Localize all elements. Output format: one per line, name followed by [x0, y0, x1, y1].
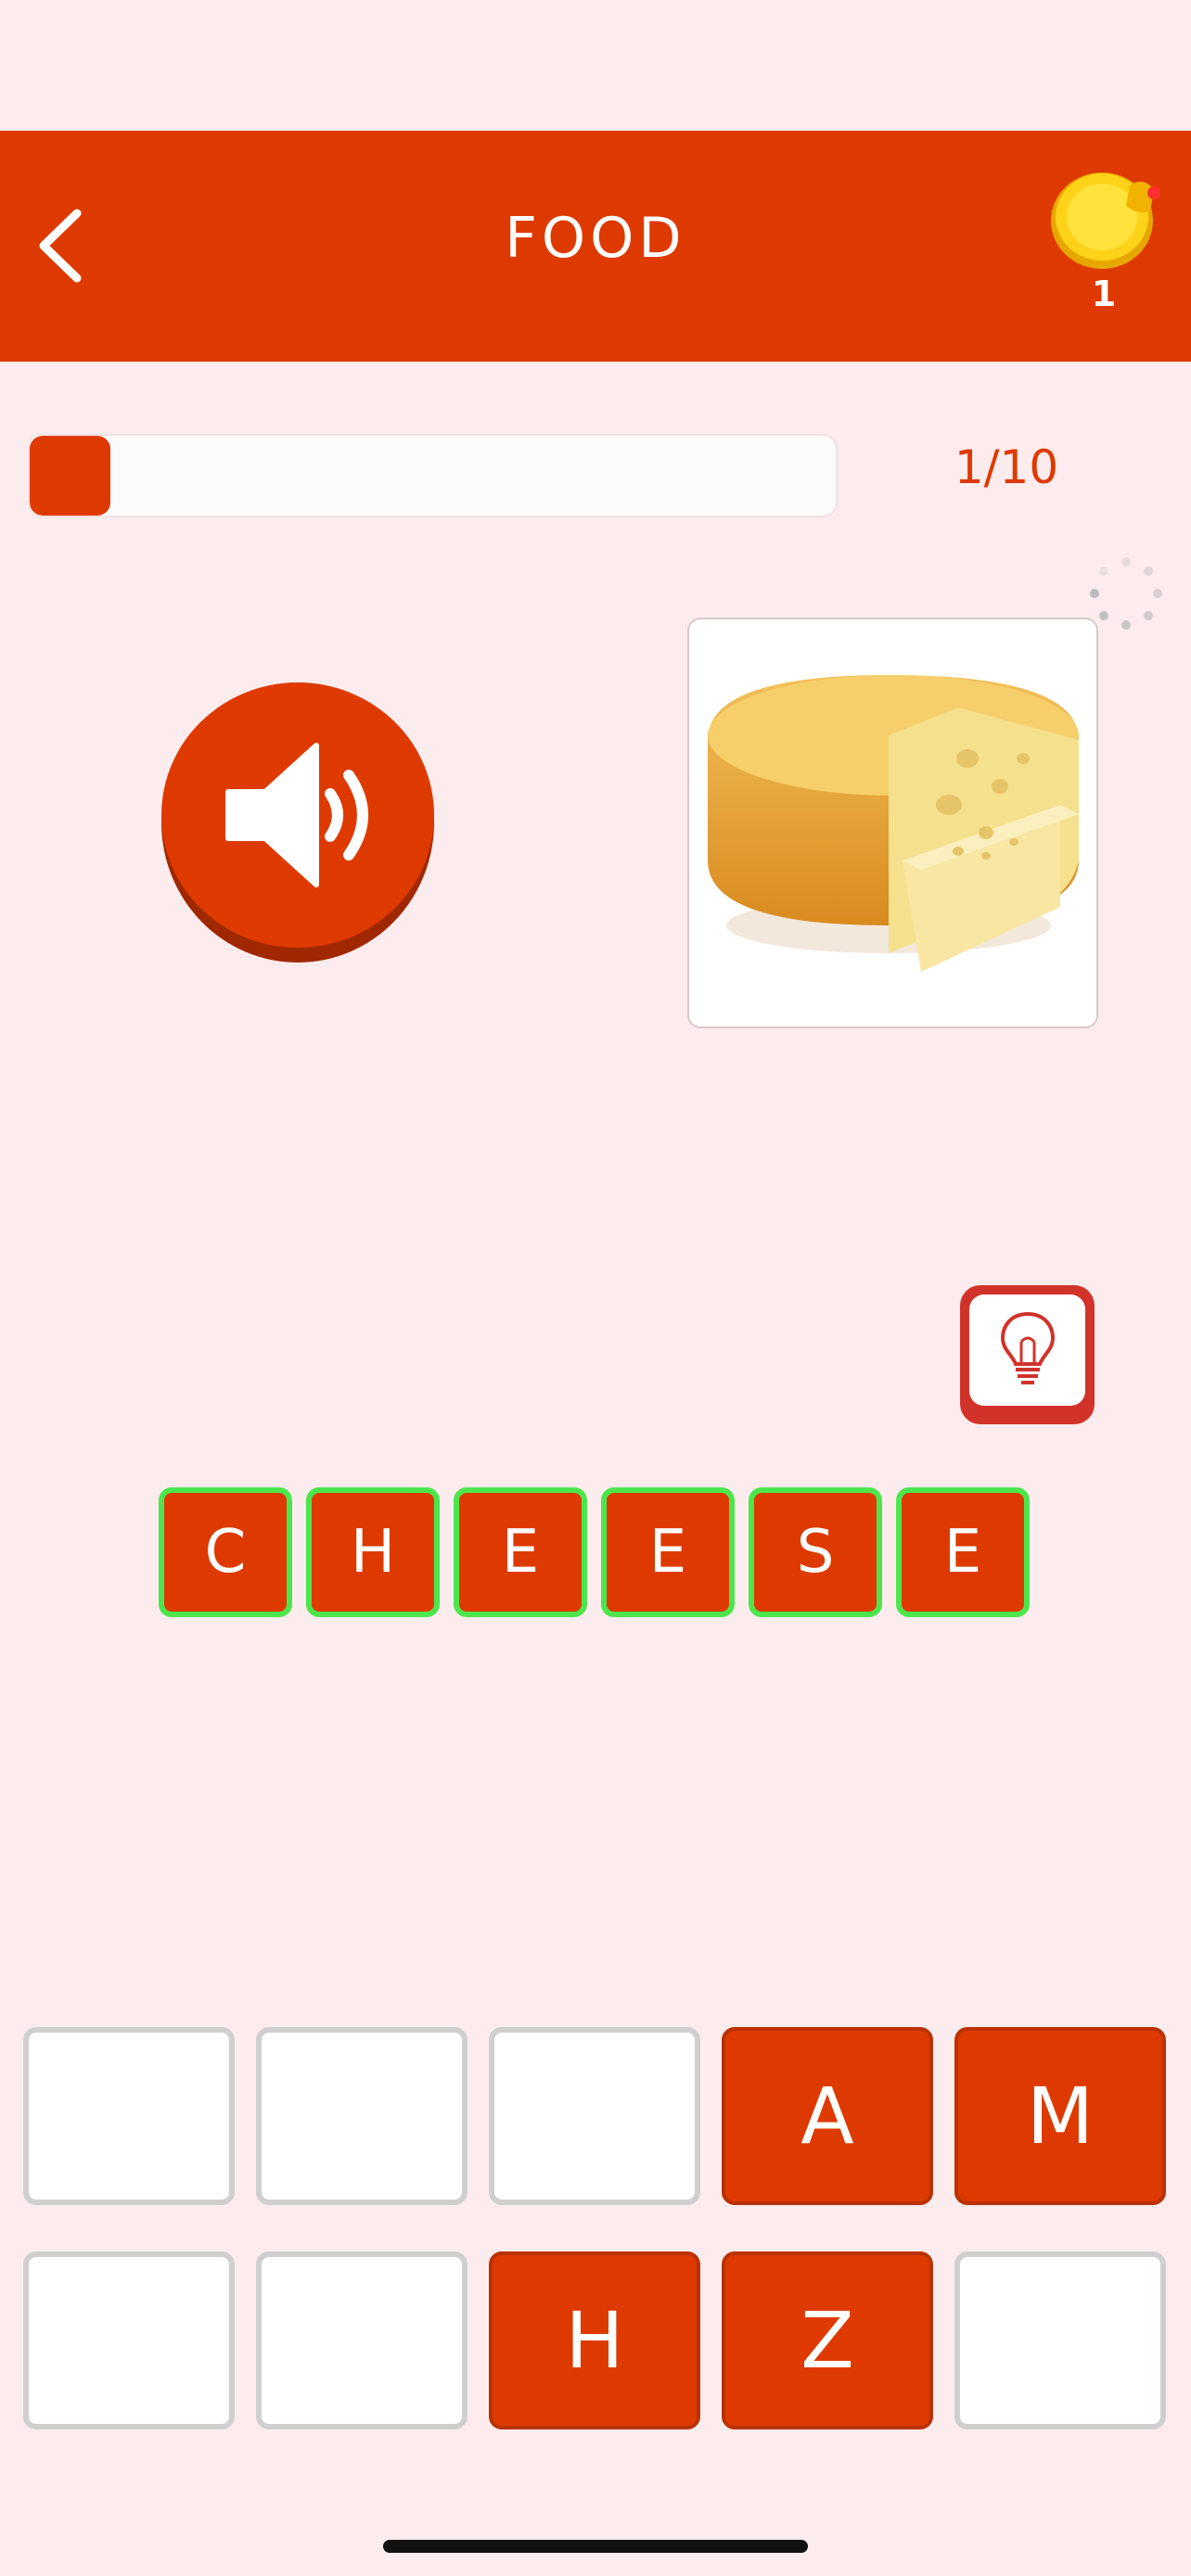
letter-key[interactable]: A: [722, 2027, 933, 2205]
letter-key[interactable]: [256, 2027, 467, 2205]
answer-tile[interactable]: C: [159, 1487, 292, 1617]
answer-tile[interactable]: E: [896, 1487, 1030, 1617]
loading-spinner-icon: [1090, 557, 1162, 630]
answer-tile[interactable]: E: [601, 1487, 735, 1617]
answer-tile[interactable]: S: [749, 1487, 882, 1617]
word-picture: [687, 618, 1098, 1028]
letter-key[interactable]: H: [489, 2251, 700, 2429]
play-audio-button[interactable]: [161, 682, 434, 963]
letter-key[interactable]: [256, 2251, 467, 2429]
progress-bar: [28, 434, 838, 517]
letter-key[interactable]: M: [954, 2027, 1166, 2205]
cheese-illustration: [708, 675, 1079, 972]
answer-tile[interactable]: E: [454, 1487, 587, 1617]
letter-keyboard: A M H Z: [23, 2027, 1168, 2429]
progress-counter: 1/10: [954, 440, 1059, 494]
letter-key[interactable]: Z: [722, 2251, 933, 2429]
hint-button[interactable]: [960, 1285, 1095, 1424]
page-title: FOOD: [505, 206, 686, 271]
gold-coin-bell-icon: [1051, 172, 1160, 269]
coin-count: 1: [1091, 274, 1117, 314]
speaker-icon: [225, 743, 368, 887]
letter-key[interactable]: [954, 2251, 1166, 2429]
letter-key[interactable]: [489, 2027, 700, 2205]
answer-slots: C H E E S E: [159, 1487, 1030, 1617]
answer-tile[interactable]: H: [306, 1487, 440, 1617]
letter-key[interactable]: [23, 2027, 235, 2205]
letter-key[interactable]: [23, 2251, 235, 2429]
lightbulb-icon: [1000, 1311, 1055, 1384]
progress-fill: [30, 436, 110, 516]
home-indicator[interactable]: [383, 2540, 808, 2553]
